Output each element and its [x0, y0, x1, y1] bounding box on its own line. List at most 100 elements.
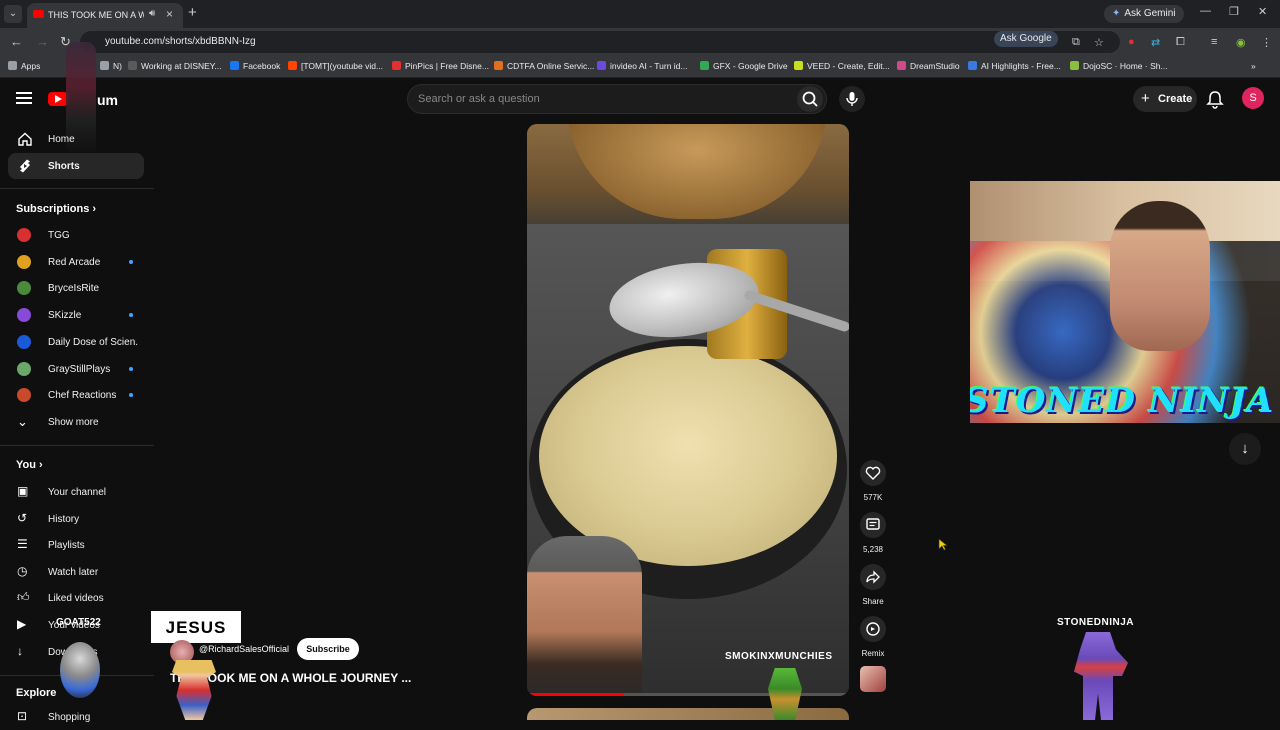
- search-box[interactable]: Search or ask a question: [407, 84, 827, 114]
- sidebar-item-home[interactable]: Home: [8, 126, 144, 152]
- close-window-icon[interactable]: ✕: [1258, 5, 1267, 18]
- history-icon: ↺: [17, 510, 28, 525]
- sidebar-item-label: Liked videos: [48, 593, 104, 605]
- sidebar-item-shorts[interactable]: Shorts: [8, 153, 144, 179]
- sidebar-item-shopping[interactable]: ⊡ Shopping: [8, 704, 144, 730]
- bookmark-label: DreamStudio: [910, 61, 960, 71]
- notifications-bell-icon[interactable]: [1205, 89, 1225, 109]
- bookmark-item[interactable]: Apps: [8, 61, 40, 71]
- channel-avatar: [17, 254, 31, 269]
- subscriptions-heading[interactable]: Subscriptions ›: [16, 203, 96, 215]
- sidebar-subscription[interactable]: SKizzle: [8, 302, 144, 328]
- minimize-icon[interactable]: —: [1200, 5, 1211, 17]
- bookmark-favicon-icon: [8, 61, 17, 70]
- bookmark-label: AI Highlights - Free...: [981, 61, 1061, 71]
- bookmark-item[interactable]: PinPics | Free Disne...: [392, 61, 489, 71]
- goat-sprite: [60, 642, 100, 698]
- create-button[interactable]: + Create: [1133, 86, 1197, 112]
- maximize-icon[interactable]: ❐: [1229, 5, 1239, 18]
- sidebar-subscription[interactable]: Daily Dose of Scien...: [8, 329, 144, 355]
- you-heading-label: You: [16, 459, 36, 471]
- extensions-puzzle-icon[interactable]: ⧠: [1176, 36, 1185, 49]
- ask-google-button[interactable]: Ask Google: [994, 31, 1058, 47]
- webcam-title: STONED NINJA: [970, 381, 1275, 421]
- profile-icon[interactable]: ◉: [1236, 36, 1246, 49]
- youtube-logo-icon[interactable]: [48, 92, 68, 106]
- chevron-right-icon: ›: [39, 459, 43, 471]
- speaker-icon[interactable]: 🔊︎: [149, 8, 155, 19]
- tab-close-icon[interactable]: ×: [166, 7, 173, 21]
- media-controls-icon[interactable]: ≡: [1211, 36, 1217, 48]
- sidebar-subscription[interactable]: Chef Reactions: [8, 382, 144, 408]
- jesus-overlay-label: JESUS: [151, 611, 241, 643]
- sidebar-divider: [0, 445, 154, 446]
- comments-button[interactable]: [860, 512, 886, 538]
- sidebar-you-item[interactable]: ↺ History: [8, 506, 144, 532]
- install-app-icon[interactable]: ⧉: [1072, 36, 1080, 49]
- sidebar-item-label: Shopping: [48, 712, 91, 723]
- bookmarks-overflow-icon[interactable]: »: [1251, 61, 1256, 71]
- bookmark-item[interactable]: invideo AI - Turn id...: [597, 61, 687, 71]
- sidebar-item-label: Red Arcade: [48, 256, 101, 268]
- youtube-logo-text[interactable]: um: [97, 92, 118, 108]
- search-icon: [802, 91, 818, 107]
- sidebar-you-item[interactable]: ▣ Your channel: [8, 479, 144, 505]
- browser-tab-strip: ⌄ THIS TOOK ME ON A WHOLE 🔊︎ × + ✦Ask Ge…: [0, 0, 1280, 28]
- sidebar-you-item[interactable]: ◷ Watch later: [8, 559, 144, 585]
- short-video-player[interactable]: SMOKINXMUNCHIES: [527, 124, 849, 696]
- bookmark-item[interactable]: N): [100, 61, 122, 71]
- channel-avatar: [17, 361, 31, 376]
- sidebar-subscription[interactable]: TGG: [8, 222, 144, 248]
- new-tab-button[interactable]: +: [188, 4, 197, 21]
- ask-gemini-button[interactable]: ✦ Ask Gemini: [1104, 5, 1184, 23]
- video-watermark: SMOKINXMUNCHIES: [725, 651, 833, 662]
- bookmark-star-icon[interactable]: ☆: [1094, 36, 1104, 49]
- bookmark-item[interactable]: DojoSC · Home · Sh...: [1070, 61, 1168, 71]
- chevron-down-icon: ⌄: [17, 414, 28, 429]
- chrome-menu-icon[interactable]: ⋮: [1261, 36, 1272, 49]
- tab-search-chevron-icon[interactable]: ⌄: [4, 5, 22, 23]
- new-content-dot: [129, 259, 133, 264]
- bookmark-favicon-icon: [230, 61, 239, 70]
- forward-arrow-icon[interactable]: →: [36, 34, 49, 49]
- gemini-sparkle-icon: ✦: [1112, 8, 1121, 19]
- extension-arrows-icon[interactable]: ⇄: [1151, 36, 1160, 49]
- extension-opera-icon[interactable]: ●: [1128, 36, 1135, 48]
- search-placeholder: Search or ask a question: [418, 93, 540, 105]
- remix-button[interactable]: [860, 616, 886, 642]
- bookmark-item[interactable]: Facebook: [230, 61, 280, 71]
- explore-heading: Explore: [16, 687, 57, 699]
- back-arrow-icon[interactable]: ←: [10, 34, 23, 49]
- bookmark-item[interactable]: [TOMT](youtube vid...: [288, 61, 383, 71]
- bookmark-item[interactable]: GFX - Google Drive: [700, 61, 788, 71]
- sidebar-subscription[interactable]: GrayStillPlays: [8, 356, 144, 382]
- share-label: Share: [862, 597, 884, 606]
- account-avatar[interactable]: S: [1242, 87, 1264, 109]
- search-button[interactable]: [797, 86, 823, 112]
- sidebar-subscription[interactable]: BryceIsRite: [8, 275, 144, 301]
- like-button[interactable]: [860, 460, 886, 486]
- bookmark-item[interactable]: VEED - Create, Edit...: [794, 61, 890, 71]
- sidebar-subscription[interactable]: Red Arcade: [8, 249, 144, 275]
- show-more-button[interactable]: ⌄ Show more: [8, 409, 144, 435]
- share-button[interactable]: [860, 564, 886, 590]
- sidebar-you-item[interactable]: ☰ Playlists: [8, 532, 144, 558]
- bookmark-label: Facebook: [243, 61, 281, 71]
- address-bar[interactable]: youtube.com/shorts/xbdBBNN-Izg: [80, 31, 1120, 53]
- sidebar-you-item[interactable]: 👍︎ Liked videos: [8, 585, 144, 611]
- bookmark-item[interactable]: AI Highlights - Free...: [968, 61, 1061, 71]
- channel-name[interactable]: @RichardSalesOfficial: [199, 644, 289, 654]
- bookmark-item[interactable]: Working at DISNEY...: [128, 61, 221, 71]
- channel-avatar: [17, 228, 31, 242]
- browser-tab-active[interactable]: THIS TOOK ME ON A WHOLE 🔊︎ ×: [27, 3, 183, 28]
- you-heading[interactable]: You ›: [16, 459, 43, 471]
- next-short-button[interactable]: ↓: [1229, 433, 1261, 465]
- voice-search-button[interactable]: [839, 86, 865, 112]
- bookmark-item[interactable]: CDTFA Online Servic...: [494, 61, 594, 71]
- next-short-preview[interactable]: [527, 708, 849, 720]
- subscribe-button[interactable]: Subscribe: [297, 638, 359, 660]
- audio-thumbnail[interactable]: [860, 666, 886, 692]
- menu-hamburger-icon[interactable]: [16, 92, 32, 104]
- bookmark-label: PinPics | Free Disne...: [405, 61, 489, 71]
- bookmark-item[interactable]: DreamStudio: [897, 61, 960, 71]
